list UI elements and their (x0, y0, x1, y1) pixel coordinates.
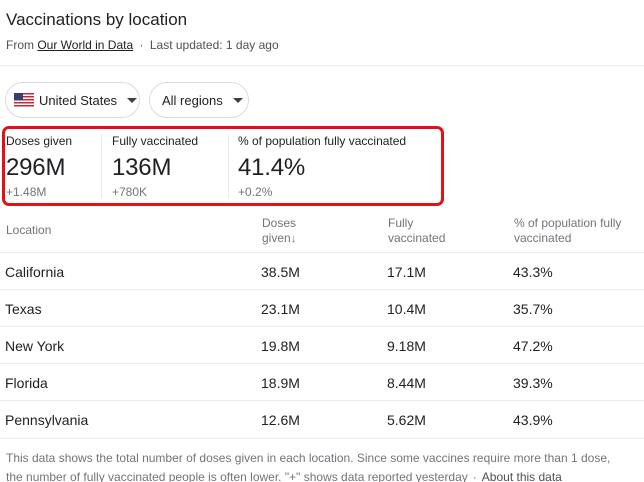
header-text: given (262, 231, 291, 245)
stat-percent-fully-vaccinated: % of population fully vaccinated 41.4% +… (238, 134, 406, 199)
region-dropdown[interactable]: United States (5, 82, 140, 118)
cell-percent-fully-vaccinated: 35.7% (513, 301, 553, 317)
cell-fully-vaccinated: 10.4M (387, 301, 426, 317)
stat-delta: +0.2% (238, 185, 273, 199)
chevron-down-icon (127, 97, 138, 103)
column-header-location[interactable]: Location (6, 223, 51, 238)
cell-fully-vaccinated: 9.18M (387, 338, 426, 354)
stat-doses-given: Doses given 296M +1.48M (6, 134, 72, 199)
header-line: Doses (262, 216, 297, 230)
cell-doses-given: 18.9M (261, 375, 300, 391)
cell-percent-fully-vaccinated: 39.3% (513, 375, 553, 391)
cell-fully-vaccinated: 8.44M (387, 375, 426, 391)
footnote-separator: · (472, 470, 477, 482)
stat-delta: +1.48M (6, 185, 47, 199)
cell-location: Texas (5, 301, 42, 317)
us-flag-icon (14, 92, 34, 108)
last-updated: Last updated: 1 day ago (149, 38, 279, 52)
cell-fully-vaccinated: 5.62M (387, 412, 426, 428)
table-row[interactable]: Texas 23.1M 10.4M 35.7% (0, 289, 644, 326)
stat-label: Fully vaccinated (112, 134, 199, 148)
table-row[interactable]: California 38.5M 17.1M 43.3% (0, 252, 644, 289)
header-divider (0, 65, 644, 66)
stat-divider (228, 134, 229, 198)
page-title: Vaccinations by location (6, 10, 188, 29)
header-line: given↓ (262, 231, 296, 247)
cell-location: New York (5, 338, 65, 354)
footer-divider (0, 438, 644, 439)
cell-percent-fully-vaccinated: 43.9% (513, 412, 553, 428)
cell-doses-given: 19.8M (261, 338, 300, 354)
chevron-down-icon (232, 97, 243, 103)
table-row[interactable]: Florida 18.9M 8.44M 39.3% (0, 363, 644, 400)
footnote: This data shows the total number of dose… (6, 449, 638, 482)
footnote-text: the number of fully vaccinated people is… (6, 470, 468, 482)
source-line: From Our World in Data · Last updated: 1… (6, 38, 279, 52)
stat-label: % of population fully vaccinated (238, 134, 407, 148)
header-line: vaccinated (388, 231, 446, 245)
stat-delta: +780K (112, 185, 148, 199)
cell-fully-vaccinated: 17.1M (387, 264, 426, 280)
header-line: vaccinated (514, 231, 572, 245)
cell-doses-given: 38.5M (261, 264, 300, 280)
cell-percent-fully-vaccinated: 47.2% (513, 338, 553, 354)
table-row[interactable]: New York 19.8M 9.18M 47.2% (0, 326, 644, 363)
area-dropdown[interactable]: All regions (149, 82, 249, 118)
stat-divider (101, 134, 102, 198)
area-label: All regions (162, 92, 223, 108)
table-row[interactable]: Pennsylvania 12.6M 5.62M 43.9% (0, 400, 644, 437)
stat-value: 296M (6, 154, 66, 181)
footnote-line: This data shows the total number of dose… (6, 451, 611, 465)
stat-value: 136M (112, 154, 172, 181)
stat-value: 41.4% (238, 154, 306, 181)
source-prefix: From (6, 38, 34, 52)
cell-location: Florida (5, 375, 48, 391)
header-line: Fully (388, 216, 414, 230)
column-header-percent-fully-vaccinated[interactable]: % of population fully vaccinated (514, 216, 621, 246)
footnote-line: the number of fully vaccinated people is… (6, 468, 638, 482)
source-separator: · (139, 38, 144, 52)
column-header-doses-given[interactable]: Doses given↓ (262, 216, 296, 247)
column-header-fully-vaccinated[interactable]: Fully vaccinated (388, 216, 445, 246)
stat-label: Doses given (6, 134, 73, 148)
header-line: % of population fully (514, 216, 622, 230)
cell-location: Pennsylvania (5, 412, 89, 428)
cell-doses-given: 12.6M (261, 412, 300, 428)
stat-fully-vaccinated: Fully vaccinated 136M +780K (112, 134, 198, 199)
sort-arrow-down-icon: ↓ (290, 233, 297, 245)
cell-percent-fully-vaccinated: 43.3% (513, 264, 553, 280)
source-link[interactable]: Our World in Data (37, 38, 133, 52)
about-this-data-link[interactable]: About this data (482, 470, 562, 482)
region-label: United States (39, 92, 118, 108)
cell-doses-given: 23.1M (261, 301, 300, 317)
cell-location: California (5, 264, 65, 280)
